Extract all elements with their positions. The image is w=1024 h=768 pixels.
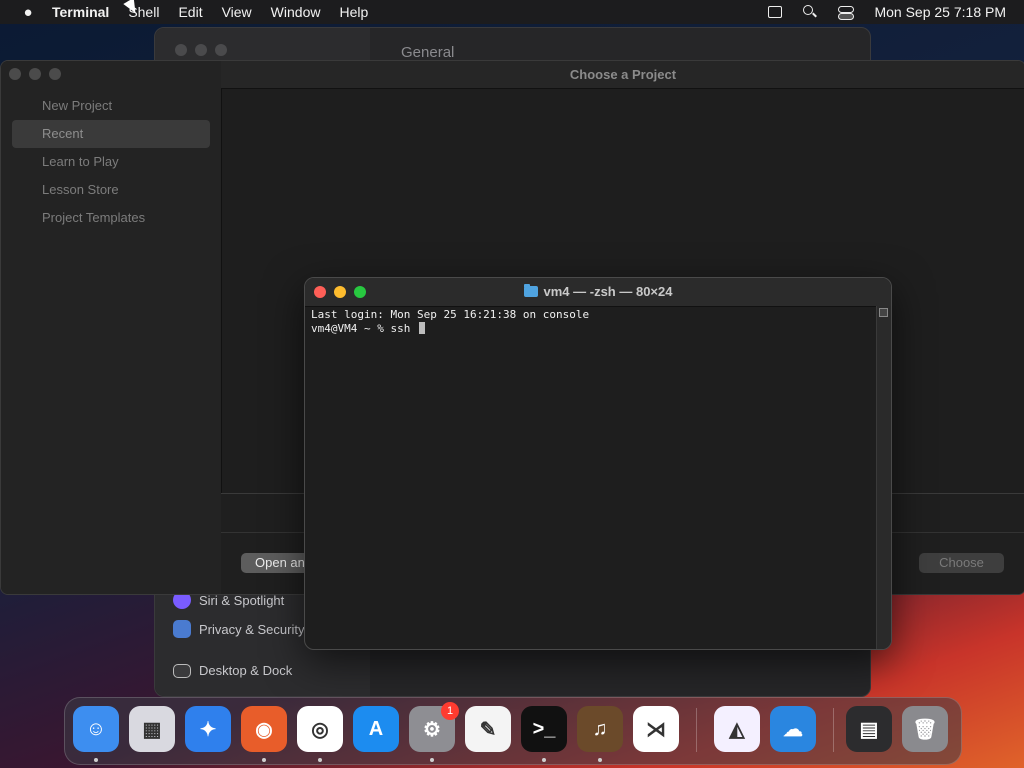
terminal-output[interactable]: Last login: Mon Sep 25 16:21:38 on conso…: [311, 308, 873, 649]
folder-icon: [523, 284, 538, 297]
zoom-button[interactable]: [49, 68, 61, 80]
menu-app-name[interactable]: Terminal: [52, 4, 109, 20]
choose-button[interactable]: Choose: [919, 553, 1004, 573]
minimize-button[interactable]: [195, 44, 207, 56]
apple-menu-icon[interactable]: ●: [18, 4, 38, 21]
textedit-glyph-icon: ✎: [479, 718, 497, 741]
minimize-button[interactable]: [29, 68, 41, 80]
close-button[interactable]: [9, 68, 21, 80]
system-settings-icon[interactable]: ⚙ 1: [409, 702, 459, 752]
notification-badge: 1: [441, 702, 459, 720]
settings-item-label: Privacy & Security: [199, 621, 305, 637]
textedit-icon[interactable]: ✎: [465, 706, 511, 752]
running-indicator: [430, 758, 434, 762]
menu-view[interactable]: View: [222, 4, 252, 20]
menu-window[interactable]: Window: [271, 4, 321, 20]
chrome-icon[interactable]: ◎: [297, 706, 343, 752]
menu-bar-clock[interactable]: Mon Sep 25 7:18 PM: [874, 4, 1006, 20]
terminal-title-text: vm4 — -zsh — 80×24: [543, 284, 673, 299]
menu-help[interactable]: Help: [339, 4, 368, 20]
gb-title-bar: Choose a Project: [221, 61, 1024, 89]
terminal-scrollbar[interactable]: [876, 306, 891, 649]
running-indicator: [94, 758, 98, 762]
terminal-prompt-line: vm4@VM4 ~ % ssh: [311, 322, 873, 336]
downloads-stack-glyph-icon: ▤: [859, 718, 879, 741]
launchpad-glyph-icon: ▦: [142, 718, 162, 741]
settings-item-label: Desktop & Dock: [199, 663, 293, 678]
safari-icon[interactable]: ✦: [185, 706, 231, 752]
weather-glyph-icon: ☁: [783, 718, 803, 741]
dock-separator: [833, 708, 834, 752]
vscode-icon[interactable]: ⋊: [633, 706, 679, 752]
nav-recent[interactable]: Recent: [12, 120, 210, 148]
chrome-glyph-icon: ◎: [311, 718, 329, 741]
system-settings-glyph-icon: ⚙: [423, 718, 441, 741]
launchpad-icon[interactable]: ▦: [129, 706, 175, 752]
running-indicator: [318, 758, 322, 762]
garageband-icon[interactable]: ♫: [577, 706, 623, 752]
menu-bar: ● Terminal Shell Edit View Window Help M…: [0, 0, 1024, 24]
stage-manager-icon[interactable]: [766, 5, 783, 19]
gb-window-controls: [9, 68, 61, 80]
weather-icon[interactable]: ☁: [770, 706, 816, 752]
running-indicator: [542, 758, 546, 762]
finder-icon[interactable]: ☺: [73, 706, 119, 752]
text-cursor: [418, 322, 425, 334]
settings-item-desktop-dock[interactable]: Desktop & Dock: [173, 663, 292, 678]
running-indicator: [262, 758, 266, 762]
running-indicator: [598, 758, 602, 762]
menu-bar-status: Mon Sep 25 7:18 PM: [766, 0, 1006, 24]
settings-section-title: General: [401, 44, 455, 61]
garageband-glyph-icon: ♫: [592, 717, 608, 740]
firefox-icon[interactable]: ◉: [241, 706, 287, 752]
trash-icon[interactable]: 🗑: [902, 706, 948, 752]
terminal-title-bar: vm4 — -zsh — 80×24: [305, 278, 891, 307]
window-title: Choose a Project: [569, 67, 677, 82]
visual-studio-icon[interactable]: ◭: [714, 706, 760, 752]
terminal-window: vm4 — -zsh — 80×24 Last login: Mon Sep 2…: [304, 277, 892, 650]
nav-new-project[interactable]: New Project: [12, 92, 210, 120]
nav-project-templates[interactable]: Project Templates: [12, 204, 210, 232]
dock-icon: [173, 663, 191, 678]
terminal-line: Last login: Mon Sep 25 16:21:38 on conso…: [311, 308, 590, 321]
scroll-marker-icon[interactable]: [879, 308, 888, 317]
terminal-icon[interactable]: >_: [521, 706, 567, 752]
terminal-glyph-icon: >_: [532, 717, 556, 740]
downloads-stack-icon[interactable]: ▤: [846, 706, 892, 752]
finder-glyph-icon: ☺: [85, 717, 107, 740]
project-sidebar: New Project Recent Learn to Play Lesson …: [1, 61, 222, 594]
terminal-line: vm4@VM4 ~ % ssh: [311, 322, 417, 335]
dock: ☺ ▦ ✦ ◉ ◎ A ⚙ 1 ✎ >_ ♫ ⋊ ◭ ☁ ▤ 🗑: [64, 697, 962, 765]
safari-glyph-icon: ✦: [199, 718, 217, 741]
control-center-icon[interactable]: [838, 5, 855, 20]
nav-learn-to-play[interactable]: Learn to Play: [12, 148, 210, 176]
terminal-title: vm4 — -zsh — 80×24: [305, 284, 891, 299]
visual-studio-glyph-icon: ◭: [729, 718, 745, 741]
dock-separator: [696, 708, 697, 752]
firefox-glyph-icon: ◉: [255, 718, 273, 741]
app-store-glyph-icon: A: [368, 717, 384, 740]
zoom-button[interactable]: [215, 44, 227, 56]
nav-lesson-store[interactable]: Lesson Store: [12, 176, 210, 204]
close-button[interactable]: [175, 44, 187, 56]
app-store-icon[interactable]: A: [353, 706, 399, 752]
trash-glyph-icon: 🗑: [912, 718, 938, 741]
settings-window-controls: [175, 44, 227, 56]
menu-edit[interactable]: Edit: [178, 4, 202, 20]
hand-icon: [173, 620, 191, 638]
settings-item-privacy[interactable]: Privacy & Security: [173, 620, 304, 638]
vscode-glyph-icon: ⋊: [646, 718, 666, 741]
spotlight-search-icon[interactable]: [802, 5, 818, 19]
